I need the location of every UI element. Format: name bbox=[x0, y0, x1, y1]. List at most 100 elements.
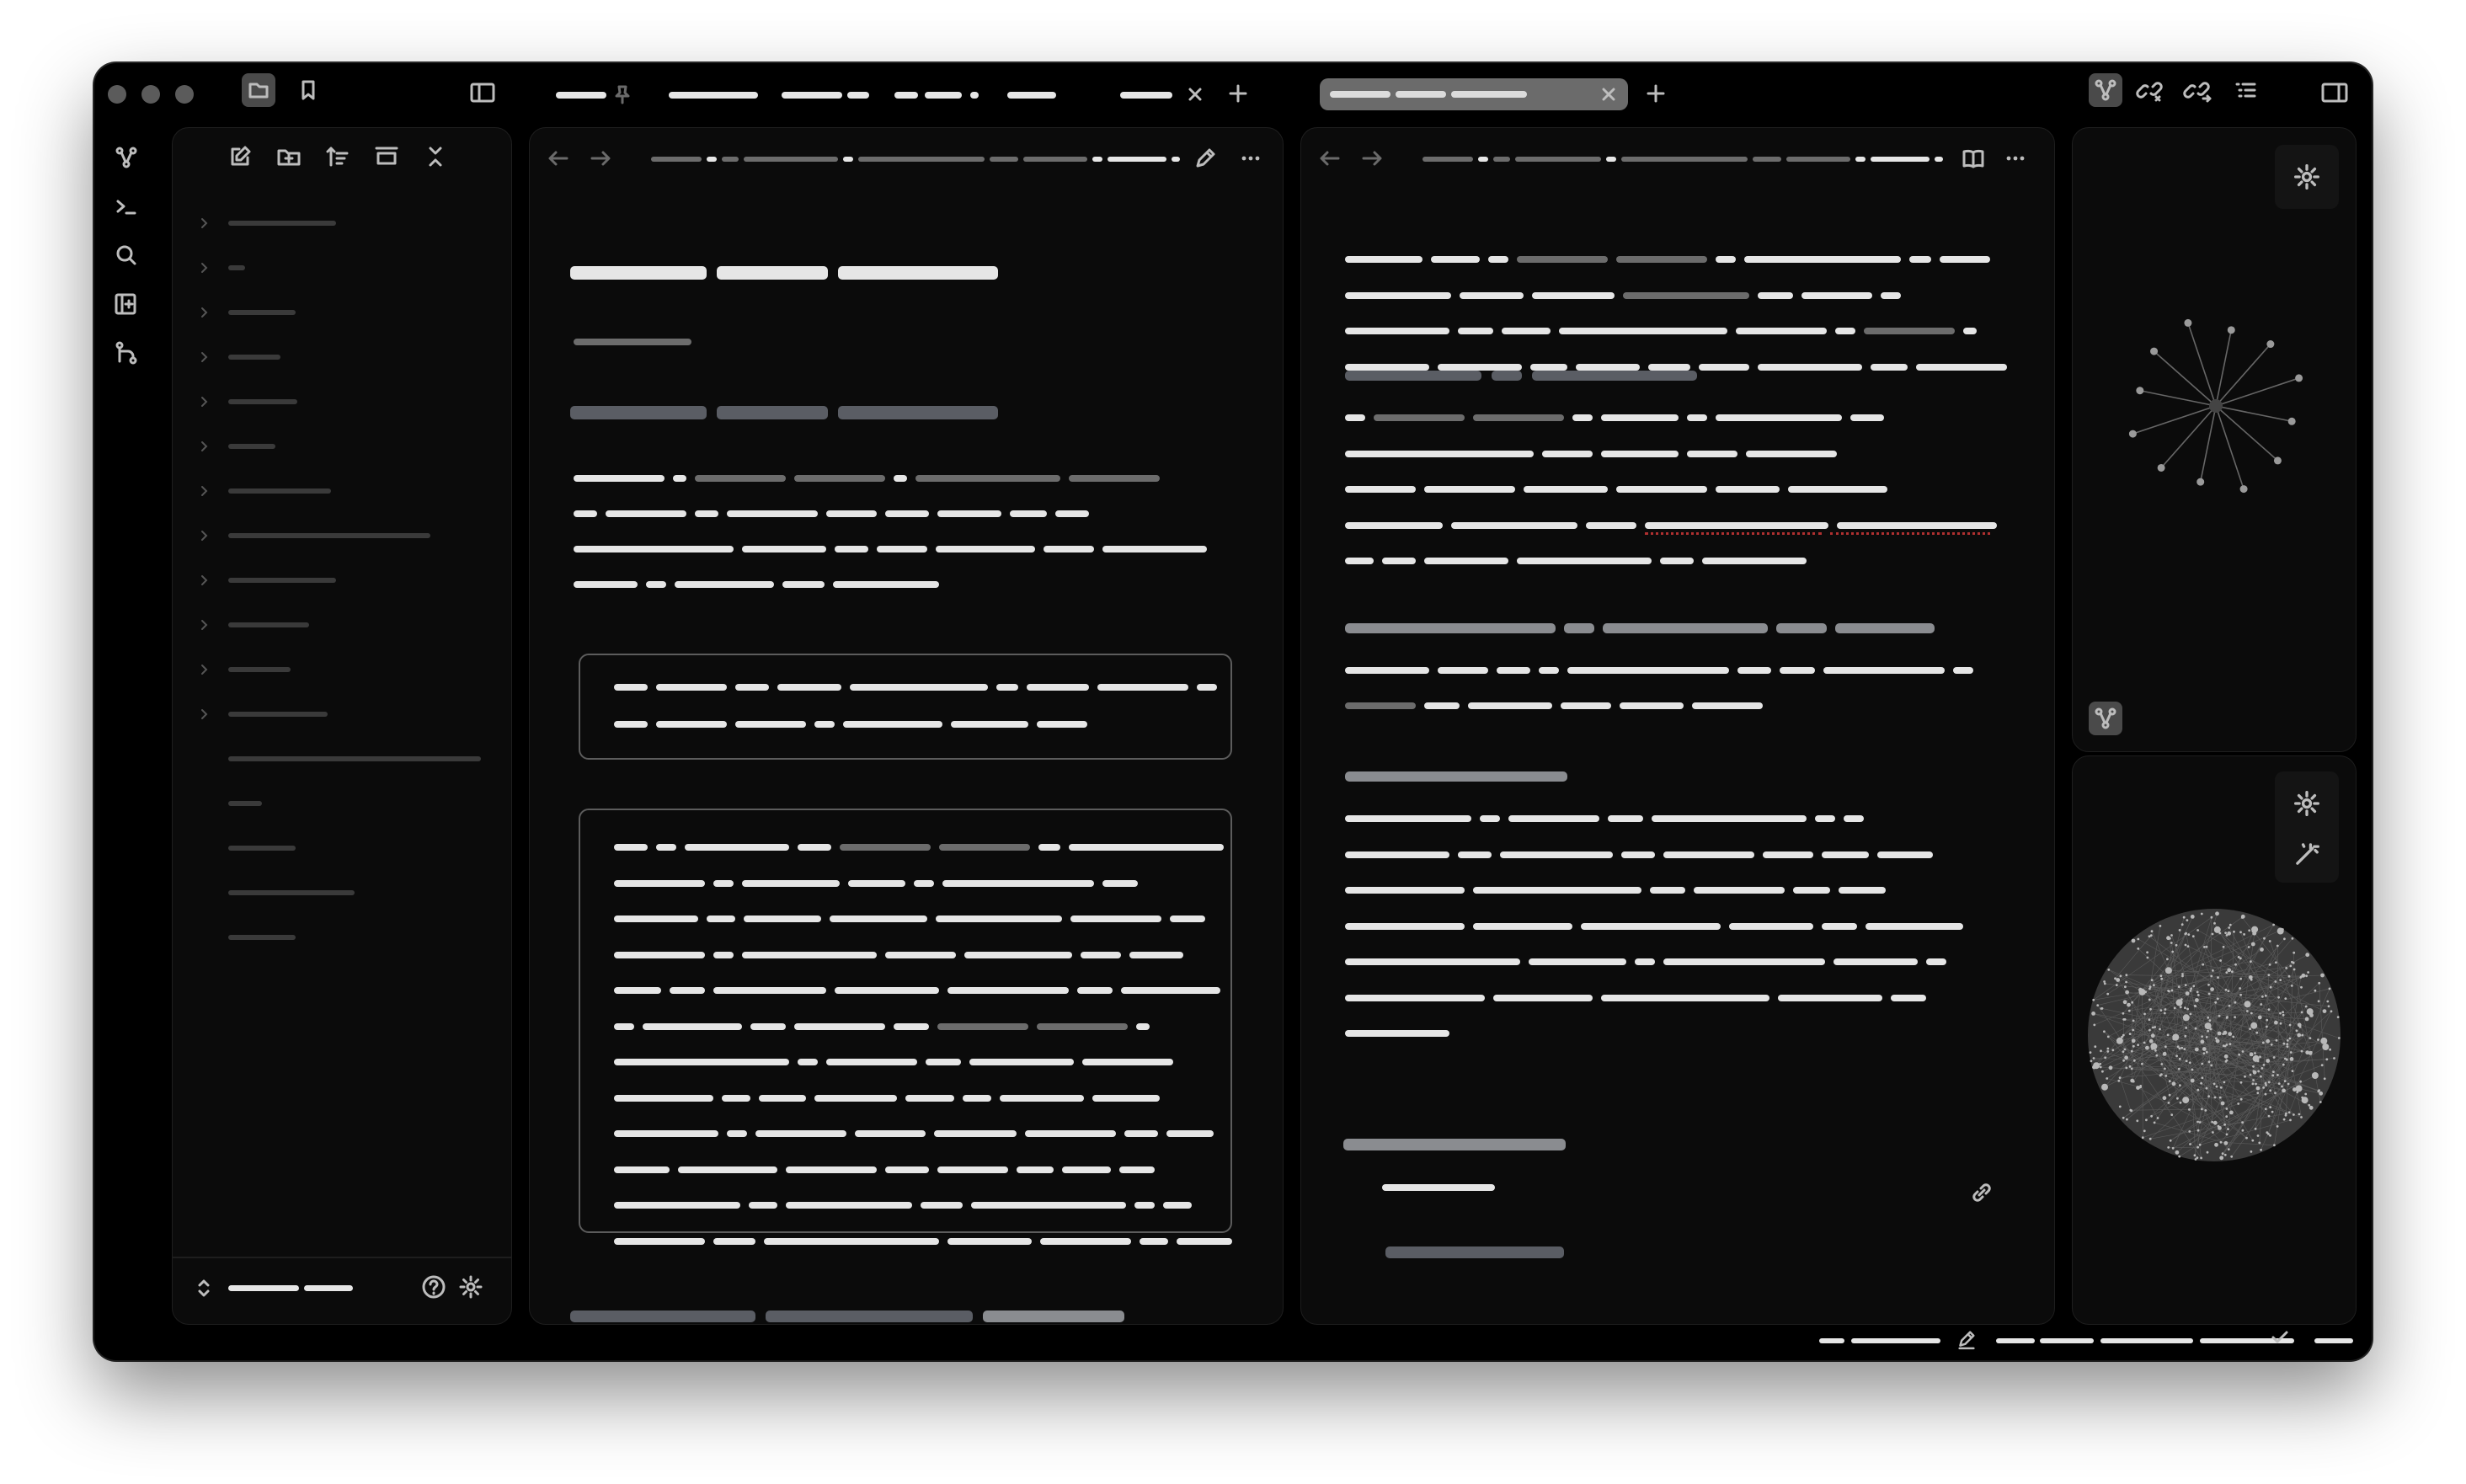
graph-node[interactable] bbox=[2106, 1047, 2110, 1050]
graph-node[interactable] bbox=[2173, 1006, 2176, 1010]
edit-icon[interactable] bbox=[1190, 143, 1220, 173]
graph-node[interactable] bbox=[2125, 1066, 2128, 1070]
global-graph[interactable] bbox=[2079, 896, 2349, 1174]
graph-node[interactable] bbox=[2187, 933, 2191, 936]
graph-node[interactable] bbox=[2300, 1011, 2303, 1014]
more-icon[interactable] bbox=[2000, 143, 2031, 173]
graph-node[interactable] bbox=[2251, 1139, 2255, 1142]
graph-node[interactable] bbox=[2254, 1052, 2256, 1054]
graph-node[interactable] bbox=[2282, 1063, 2285, 1066]
graph-node[interactable] bbox=[2103, 982, 2106, 985]
file-tree-item[interactable] bbox=[173, 211, 511, 236]
graph-node[interactable] bbox=[2196, 1129, 2200, 1132]
graph-node[interactable] bbox=[2176, 1097, 2179, 1100]
graph-node[interactable] bbox=[2223, 1123, 2226, 1126]
graph-node[interactable] bbox=[2305, 953, 2310, 958]
close-tab-icon[interactable] bbox=[1182, 82, 1208, 107]
graph-node[interactable] bbox=[2162, 1096, 2167, 1101]
graph-node[interactable] bbox=[2172, 1038, 2175, 1041]
graph-node[interactable] bbox=[2164, 1045, 2167, 1049]
graph-node[interactable] bbox=[2319, 1091, 2324, 1096]
graph-node[interactable] bbox=[2295, 1085, 2303, 1092]
graph-node[interactable] bbox=[2250, 1150, 2253, 1153]
graph-node[interactable] bbox=[2318, 1089, 2320, 1092]
graph-node[interactable] bbox=[2201, 1076, 2204, 1080]
graph-node[interactable] bbox=[2151, 1026, 2154, 1029]
graph-node[interactable] bbox=[2181, 973, 2184, 975]
graph-node[interactable] bbox=[2304, 1005, 2308, 1008]
graph-node[interactable] bbox=[2287, 417, 2296, 425]
graph-node[interactable] bbox=[2108, 1065, 2113, 1070]
graph-node[interactable] bbox=[2277, 1074, 2279, 1076]
graph-node[interactable] bbox=[2244, 1075, 2246, 1078]
graph-node[interactable] bbox=[2202, 1047, 2207, 1051]
graph-node[interactable] bbox=[2205, 1036, 2208, 1038]
graph-node[interactable] bbox=[2123, 1048, 2127, 1051]
graph-node[interactable] bbox=[2168, 1093, 2171, 1097]
graph-node[interactable] bbox=[2317, 1038, 2319, 1041]
graph-node[interactable] bbox=[2122, 1033, 2125, 1037]
graph-node[interactable] bbox=[2106, 1050, 2110, 1053]
file-tree-item[interactable] bbox=[173, 702, 511, 727]
graph-node[interactable] bbox=[2196, 990, 2199, 994]
graph-node[interactable] bbox=[2298, 1113, 2301, 1116]
graph-node[interactable] bbox=[2153, 984, 2155, 987]
graph-node[interactable] bbox=[2252, 1065, 2255, 1068]
graph-node[interactable] bbox=[2289, 1051, 2293, 1054]
graph-node[interactable] bbox=[2213, 1096, 2217, 1099]
graph-node[interactable] bbox=[2293, 951, 2296, 954]
graph-node[interactable] bbox=[2281, 1085, 2283, 1088]
graph-node[interactable] bbox=[2171, 950, 2175, 953]
graph-node[interactable] bbox=[2171, 1081, 2176, 1086]
graph-node[interactable] bbox=[2277, 927, 2284, 935]
graph-node[interactable] bbox=[2212, 1131, 2214, 1134]
graph-node[interactable] bbox=[2175, 999, 2183, 1006]
graph-node[interactable] bbox=[2301, 973, 2306, 978]
graph-node[interactable] bbox=[2170, 989, 2174, 992]
graph-node[interactable] bbox=[2166, 936, 2170, 941]
graph-node[interactable] bbox=[2245, 1136, 2248, 1140]
graph-node[interactable] bbox=[2127, 1009, 2131, 1012]
graph-node[interactable] bbox=[2307, 971, 2309, 974]
graph-node[interactable] bbox=[2284, 1057, 2287, 1060]
graph-node[interactable] bbox=[2228, 926, 2231, 929]
graph-node[interactable] bbox=[2116, 978, 2121, 982]
graph-node[interactable] bbox=[2156, 1117, 2159, 1119]
graph-node[interactable] bbox=[2132, 1080, 2135, 1083]
graph-node[interactable] bbox=[2311, 1072, 2319, 1079]
graph-node[interactable] bbox=[2160, 1073, 2163, 1076]
graph-node[interactable] bbox=[2186, 919, 2189, 921]
graph-node[interactable] bbox=[2101, 1070, 2104, 1073]
graph-node[interactable] bbox=[2127, 1002, 2131, 1007]
graph-node[interactable] bbox=[2191, 1068, 2194, 1071]
graph-node[interactable] bbox=[2252, 1070, 2257, 1075]
graph-node[interactable] bbox=[2336, 1016, 2340, 1018]
graph-node[interactable] bbox=[2188, 1061, 2191, 1065]
graph-node[interactable] bbox=[2234, 1016, 2236, 1019]
window-minimize-button[interactable] bbox=[141, 85, 160, 104]
graph-node[interactable] bbox=[2326, 1000, 2330, 1003]
graph-node[interactable] bbox=[2224, 988, 2228, 991]
graph-node[interactable] bbox=[2167, 1102, 2170, 1104]
graph-node[interactable] bbox=[2177, 985, 2180, 989]
link-icon[interactable] bbox=[1967, 1177, 1997, 1208]
graph-node[interactable] bbox=[2268, 940, 2271, 942]
graph-node[interactable] bbox=[2258, 1141, 2261, 1145]
graph-node[interactable] bbox=[2153, 1121, 2156, 1124]
graph-node[interactable] bbox=[2181, 974, 2184, 978]
graph-node[interactable] bbox=[2186, 1007, 2189, 1011]
close-all-icon[interactable] bbox=[420, 141, 451, 172]
graph-node[interactable] bbox=[2284, 997, 2287, 1000]
graph-node[interactable] bbox=[2219, 1156, 2224, 1161]
graph-node[interactable] bbox=[2275, 961, 2277, 964]
graph-node[interactable] bbox=[2240, 914, 2245, 919]
graph-node[interactable] bbox=[2106, 1035, 2110, 1038]
graph-node[interactable] bbox=[2185, 991, 2190, 996]
graph-node[interactable] bbox=[2160, 1063, 2164, 1065]
tab-2[interactable] bbox=[669, 92, 758, 99]
graph-node[interactable] bbox=[2325, 1058, 2329, 1061]
graph-node[interactable] bbox=[2249, 1028, 2251, 1030]
collapse-icon[interactable] bbox=[371, 141, 402, 172]
graph-node[interactable] bbox=[2227, 326, 2235, 334]
graph-node[interactable] bbox=[2118, 1105, 2122, 1108]
